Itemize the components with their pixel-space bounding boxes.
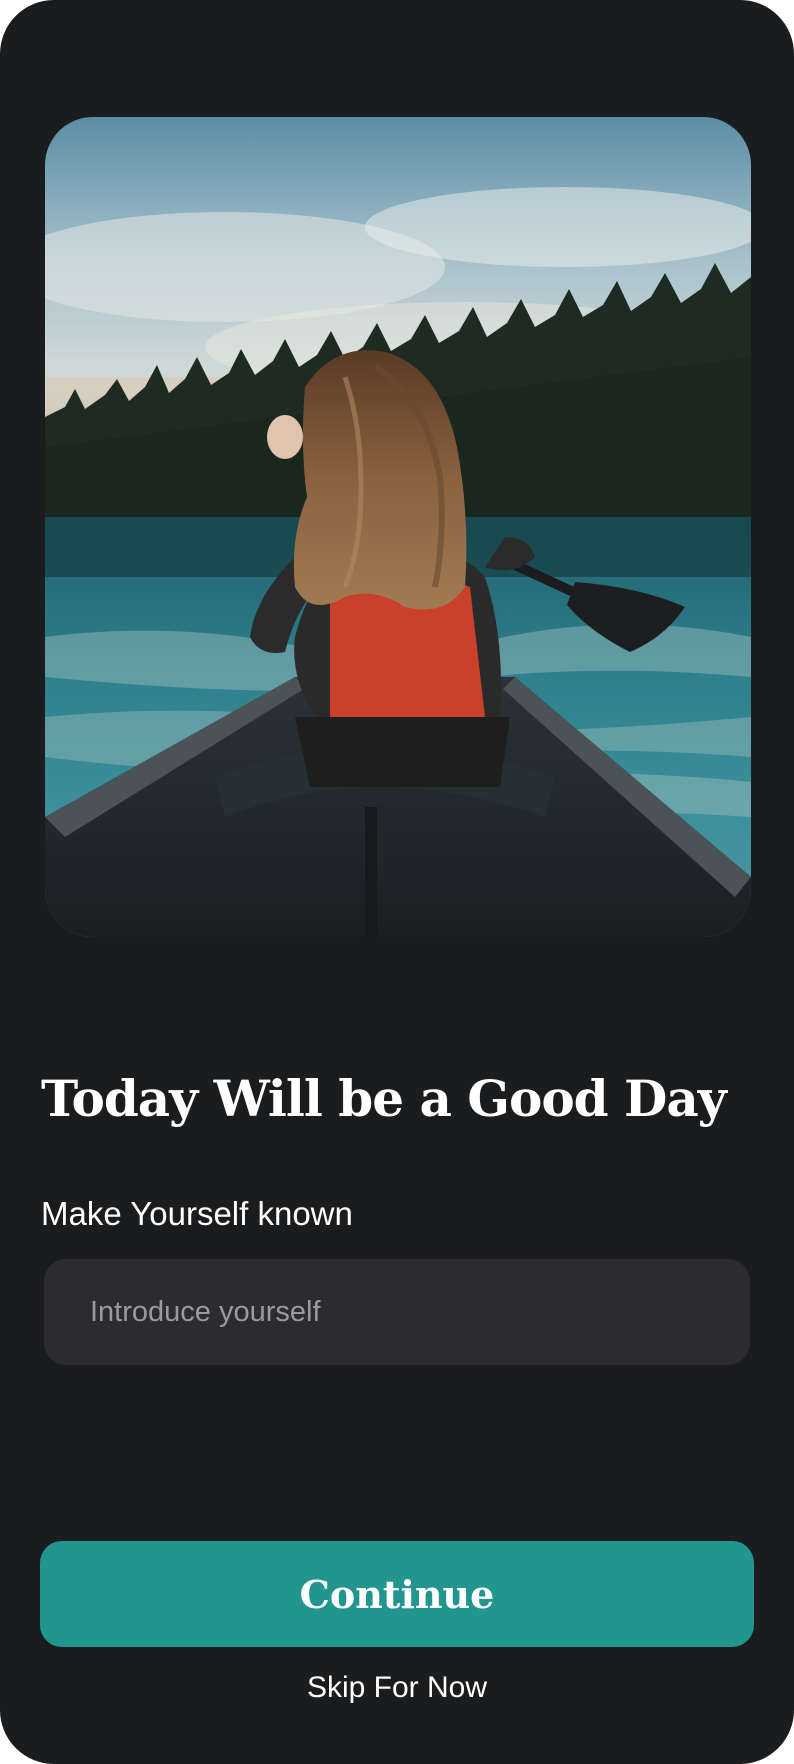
onboarding-screen: Today Will be a Good Day Make Yourself k…: [0, 0, 794, 1764]
skip-for-now-link[interactable]: Skip For Now: [0, 1668, 794, 1708]
hero-photo-illustration: [45, 117, 751, 937]
intro-label: Make Yourself known: [41, 1195, 353, 1232]
continue-button[interactable]: Continue: [40, 1541, 754, 1647]
page-title: Today Will be a Good Day: [41, 1069, 727, 1128]
introduce-yourself-input[interactable]: [44, 1259, 750, 1365]
hero-image: [45, 117, 751, 937]
